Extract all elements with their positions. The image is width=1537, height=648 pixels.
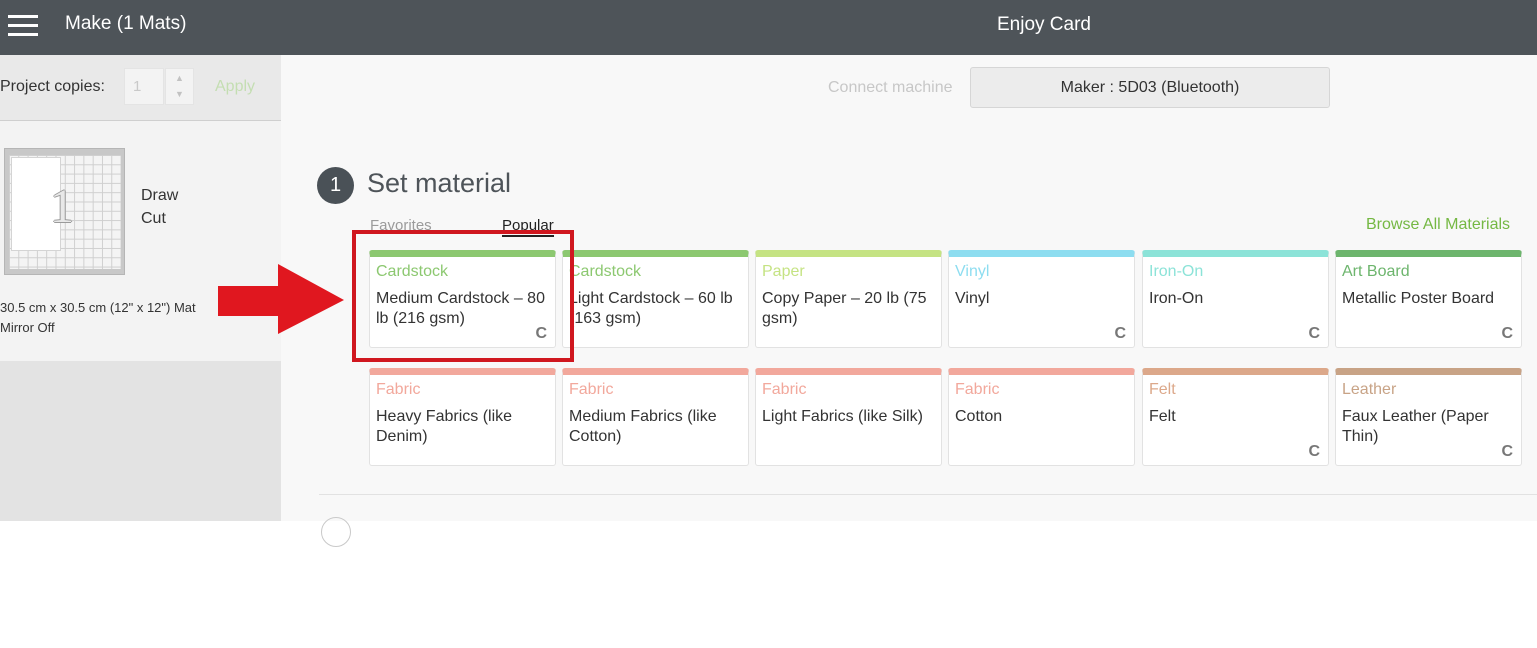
mat-size-label: 30.5 cm x 30.5 cm (12" x 12") Mat [0, 300, 196, 315]
connect-machine-label: Connect machine [828, 79, 953, 96]
top-bar: Make (1 Mats) Enjoy Card [0, 0, 1537, 55]
material-category: Cardstock [569, 263, 642, 280]
pointer-arrow-icon [218, 264, 344, 334]
mat-operation-draw: Draw [141, 187, 179, 204]
material-card[interactable]: Paper Copy Paper – 20 lb (75 gsm) [755, 250, 942, 348]
material-card[interactable]: Iron-On Iron-On C [1142, 250, 1329, 348]
project-copies-bar: Project copies: 1 ▲ ▼ Apply [0, 55, 281, 121]
step-title: Set material [367, 168, 512, 198]
material-name: Heavy Fabrics (like Denim) [376, 408, 513, 445]
step-number-badge: 1 [317, 167, 354, 204]
project-copies-input[interactable]: 1 [124, 68, 164, 105]
material-name: Metallic Poster Board [1342, 290, 1495, 307]
step-2-badge [321, 517, 351, 547]
machine-select-button[interactable]: Maker : 5D03 (Bluetooth) [970, 67, 1330, 108]
material-category: Fabric [955, 381, 1000, 398]
material-category: Paper [762, 263, 805, 280]
mat-number: 1 [50, 180, 74, 233]
favorite-icon[interactable]: C [1308, 443, 1320, 461]
material-name: Cotton [955, 408, 1003, 425]
material-name: Faux Leather (Paper Thin) [1342, 408, 1489, 445]
material-card[interactable]: Fabric Cotton [948, 368, 1135, 466]
project-copies-label: Project copies: [0, 78, 105, 95]
material-name: Iron-On [1149, 290, 1204, 307]
section-divider [319, 494, 1537, 495]
stepper-up-icon[interactable]: ▲ [175, 73, 184, 83]
material-category: Art Board [1342, 263, 1410, 280]
mat-thumbnail[interactable]: 1 [4, 148, 125, 275]
make-title: Make (1 Mats) [65, 13, 187, 34]
material-card[interactable]: Leather Faux Leather (Paper Thin) C [1335, 368, 1522, 466]
material-category: Vinyl [955, 263, 990, 280]
menu-icon[interactable] [8, 15, 38, 37]
stepper-down-icon[interactable]: ▼ [175, 89, 184, 99]
favorite-icon[interactable]: C [1308, 325, 1320, 343]
material-name: Light Cardstock – 60 lb (163 gsm) [569, 290, 733, 327]
material-card[interactable]: Fabric Light Fabrics (like Silk) [755, 368, 942, 466]
material-card[interactable]: Fabric Heavy Fabrics (like Denim) [369, 368, 556, 466]
material-name: Felt [1149, 408, 1176, 425]
project-title: Enjoy Card [997, 14, 1091, 35]
material-category: Iron-On [1149, 263, 1204, 280]
material-card[interactable]: Art Board Metallic Poster Board C [1335, 250, 1522, 348]
material-card[interactable]: Fabric Medium Fabrics (like Cotton) [562, 368, 749, 466]
material-name: Copy Paper – 20 lb (75 gsm) [762, 290, 927, 327]
material-category: Felt [1149, 381, 1176, 398]
favorite-icon[interactable]: C [1501, 443, 1513, 461]
material-card[interactable]: Cardstock Light Cardstock – 60 lb (163 gs… [562, 250, 749, 348]
material-category: Fabric [376, 381, 421, 398]
highlight-box [352, 230, 574, 362]
material-category: Fabric [569, 381, 614, 398]
material-card[interactable]: Felt Felt C [1142, 368, 1329, 466]
browse-all-materials-link[interactable]: Browse All Materials [1366, 216, 1510, 234]
favorite-icon[interactable]: C [1501, 325, 1513, 343]
favorite-icon[interactable]: C [1114, 325, 1126, 343]
material-name: Light Fabrics (like Silk) [762, 408, 923, 425]
copies-stepper[interactable]: ▲ ▼ [165, 68, 194, 105]
mat-mirror-label: Mirror Off [0, 320, 55, 335]
material-name: Medium Fabrics (like Cotton) [569, 408, 717, 445]
material-card[interactable]: Vinyl Vinyl C [948, 250, 1135, 348]
material-category: Leather [1342, 381, 1397, 398]
apply-button[interactable]: Apply [215, 78, 255, 96]
material-name: Vinyl [955, 290, 990, 307]
material-category: Fabric [762, 381, 807, 398]
mat-operation-cut: Cut [141, 210, 166, 227]
